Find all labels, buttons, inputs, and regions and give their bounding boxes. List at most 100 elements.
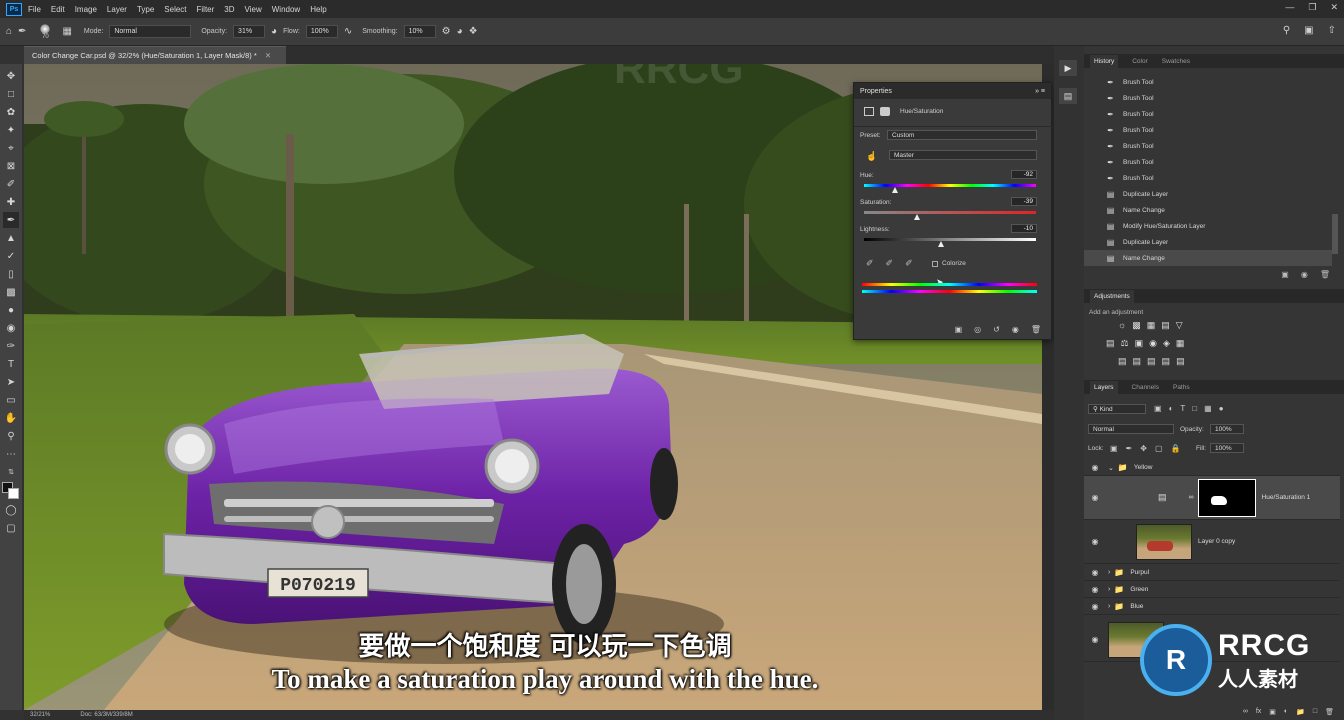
layer-group-yellow[interactable]: ◉ ⌄ 📁 Yellow bbox=[1084, 460, 1340, 476]
visibility-eye-icon[interactable]: ◉ bbox=[1088, 568, 1102, 577]
swap-colors-icon[interactable]: ⇅ bbox=[3, 464, 19, 480]
healing-tool-icon[interactable]: ✚ bbox=[3, 194, 19, 210]
saturation-slider-thumb[interactable] bbox=[914, 214, 921, 220]
pen-tool-icon[interactable]: ✑ bbox=[3, 338, 19, 354]
eyedropper-subtract-icon[interactable]: ✐ bbox=[905, 258, 913, 269]
group-expand-icon[interactable]: › bbox=[1108, 569, 1110, 576]
menu-image[interactable]: Image bbox=[75, 5, 97, 14]
minimize-icon[interactable]: — bbox=[1285, 2, 1294, 13]
search-icon[interactable]: ⚲ bbox=[1283, 25, 1290, 36]
properties-toggle-icon[interactable]: ▤ bbox=[1059, 88, 1077, 104]
adjustment-icon[interactable] bbox=[864, 107, 874, 116]
menu-file[interactable]: File bbox=[28, 5, 41, 14]
layer-mask-thumbnail[interactable] bbox=[1197, 478, 1256, 517]
layer-hue-saturation[interactable]: ◉ ▤ ∞ Hue/Saturation 1 bbox=[1084, 476, 1340, 520]
new-group-icon[interactable]: 📁 bbox=[1296, 708, 1305, 716]
filter-adjustment-icon[interactable]: ◐ bbox=[1169, 404, 1174, 413]
history-item[interactable]: ✒ Brush Tool bbox=[1084, 154, 1332, 170]
menu-help[interactable]: Help bbox=[310, 5, 326, 14]
pressure-size-icon[interactable]: ◕ bbox=[457, 26, 463, 37]
vibrance-icon[interactable]: ▽ bbox=[1176, 320, 1183, 331]
filter-smart-icon[interactable]: ▦ bbox=[1204, 404, 1212, 413]
hue-slider-thumb[interactable] bbox=[891, 187, 898, 193]
channel-dropdown[interactable]: Master bbox=[889, 150, 1037, 160]
levels-icon[interactable]: ▩ bbox=[1132, 320, 1141, 331]
mask-icon[interactable] bbox=[880, 107, 890, 116]
visibility-eye-icon[interactable]: ◉ bbox=[1088, 635, 1102, 644]
lock-pixels-icon[interactable]: ✒ bbox=[1126, 444, 1133, 453]
tab-layers[interactable]: Layers bbox=[1090, 380, 1118, 394]
group-expand-icon[interactable]: ⌄ bbox=[1108, 464, 1114, 472]
color-swatches[interactable] bbox=[2, 482, 20, 500]
close-icon[interactable]: ✕ bbox=[1330, 2, 1338, 13]
visibility-icon[interactable]: ◉ bbox=[1012, 325, 1019, 334]
add-mask-icon[interactable]: ▣ bbox=[1269, 708, 1276, 716]
black-white-icon[interactable]: ▣ bbox=[1135, 338, 1144, 349]
lightness-slider[interactable] bbox=[864, 238, 1036, 241]
crop-tool-icon[interactable]: ⌖ bbox=[3, 140, 19, 156]
gradient-tool-icon[interactable]: ▩ bbox=[3, 284, 19, 300]
eyedropper-icon[interactable]: ✐ bbox=[866, 258, 874, 269]
saturation-field[interactable]: -39 bbox=[1011, 197, 1037, 206]
group-expand-icon[interactable]: › bbox=[1108, 603, 1110, 610]
layer-group-green[interactable]: ◉ › 📁 Green bbox=[1084, 581, 1340, 598]
eraser-tool-icon[interactable]: ▯ bbox=[3, 266, 19, 282]
channel-mixer-icon[interactable]: ◈ bbox=[1163, 338, 1170, 349]
layer-opacity-field[interactable]: 100% bbox=[1210, 424, 1244, 434]
doc-size-info[interactable]: Doc: 63/3M/339/8M bbox=[80, 712, 132, 718]
lock-transparency-icon[interactable]: ▣ bbox=[1110, 444, 1118, 453]
history-item[interactable]: ▤ Duplicate Layer bbox=[1084, 234, 1332, 250]
menu-window[interactable]: Window bbox=[272, 5, 300, 14]
curves-icon[interactable]: ▦ bbox=[1147, 320, 1156, 331]
tab-adjustments[interactable]: Adjustments bbox=[1090, 289, 1134, 303]
history-item[interactable]: ▤ Name Change bbox=[1084, 202, 1332, 218]
visibility-eye-icon[interactable]: ◉ bbox=[1088, 602, 1102, 611]
history-brush-tool-icon[interactable]: ✓ bbox=[3, 248, 19, 264]
workspace-icon[interactable]: ▣ bbox=[1304, 25, 1313, 36]
fill-field[interactable]: 100% bbox=[1210, 443, 1244, 453]
delete-layer-icon[interactable]: 🗑 bbox=[1325, 708, 1334, 716]
mode-select[interactable]: Normal bbox=[109, 25, 192, 38]
symmetry-icon[interactable]: ❖ bbox=[469, 26, 478, 37]
filter-pixel-icon[interactable]: ▣ bbox=[1154, 404, 1162, 413]
menu-3d[interactable]: 3D bbox=[224, 5, 234, 14]
delete-state-icon[interactable]: 🗑 bbox=[1320, 270, 1330, 279]
brush-tool-icon[interactable]: ✒ bbox=[3, 212, 19, 228]
marquee-tool-icon[interactable]: □ bbox=[3, 86, 19, 102]
type-tool-icon[interactable]: T bbox=[3, 356, 19, 372]
hue-field[interactable]: -92 bbox=[1011, 170, 1037, 179]
history-item[interactable]: ✒ Brush Tool bbox=[1084, 170, 1332, 186]
layer-group-blue[interactable]: ◉ › 📁 Blue bbox=[1084, 598, 1340, 615]
layer-0-copy[interactable]: ◉ Layer 0 copy bbox=[1084, 520, 1340, 564]
filter-toggle-icon[interactable]: ● bbox=[1219, 404, 1224, 413]
history-scrollbar[interactable] bbox=[1332, 214, 1338, 254]
path-select-tool-icon[interactable]: ➤ bbox=[3, 374, 19, 390]
tab-channels[interactable]: Channels bbox=[1132, 384, 1159, 391]
smoothing-field[interactable]: 10% bbox=[403, 25, 436, 38]
eyedropper-tool-icon[interactable]: ✐ bbox=[3, 176, 19, 192]
history-item[interactable]: ✒ Brush Tool bbox=[1084, 122, 1332, 138]
blend-mode-dropdown[interactable]: Normal bbox=[1088, 424, 1174, 434]
brush-preset-picker[interactable]: 70 bbox=[40, 23, 51, 40]
history-item[interactable]: ✒ Brush Tool bbox=[1084, 90, 1332, 106]
stamp-tool-icon[interactable]: ▲ bbox=[3, 230, 19, 246]
more-tools-icon[interactable]: ⋯ bbox=[3, 446, 19, 462]
gear-icon[interactable]: ⚙ bbox=[442, 26, 451, 37]
filter-shape-icon[interactable]: □ bbox=[1192, 404, 1197, 413]
view-previous-icon[interactable]: ◎ bbox=[974, 325, 981, 334]
play-actions-icon[interactable]: ▶ bbox=[1059, 60, 1077, 76]
lightness-slider-thumb[interactable] bbox=[938, 241, 945, 247]
menu-view[interactable]: View bbox=[245, 5, 262, 14]
blur-tool-icon[interactable]: ● bbox=[3, 302, 19, 318]
new-document-from-state-icon[interactable]: ▣ bbox=[1281, 270, 1289, 279]
invert-icon[interactable]: ▤ bbox=[1118, 356, 1127, 367]
history-item[interactable]: ▤ Name Change bbox=[1084, 250, 1332, 266]
photo-filter-icon[interactable]: ◉ bbox=[1149, 338, 1157, 349]
snapshot-icon[interactable]: ◉ bbox=[1301, 270, 1308, 279]
shape-tool-icon[interactable]: ▭ bbox=[3, 392, 19, 408]
zoom-level[interactable]: 32/21% bbox=[30, 712, 50, 718]
exposure-icon[interactable]: ▤ bbox=[1161, 320, 1170, 331]
lock-position-icon[interactable]: ✥ bbox=[1140, 444, 1147, 453]
screen-mode-icon[interactable]: ▢ bbox=[3, 520, 19, 536]
zoom-tool-icon[interactable]: ⚲ bbox=[3, 428, 19, 444]
